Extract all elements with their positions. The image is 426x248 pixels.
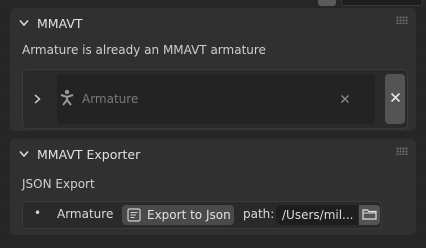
export-icon [127,208,141,222]
clear-x-icon[interactable] [339,93,351,105]
path-field[interactable]: /Users/mil... [276,205,358,225]
remove-button[interactable] [385,74,405,124]
path-label: path: [243,207,275,221]
chevron-right-icon[interactable] [32,93,42,105]
chevron-down-icon [18,148,30,160]
armature-name: Armature [57,207,114,221]
exporter-panel-title: MMAVT Exporter [37,146,141,162]
drag-grip-icon[interactable] [396,147,408,155]
export-button-label: Export to Json [147,208,231,222]
path-value: /Users/mil... [282,208,354,222]
drag-grip-icon[interactable] [396,16,408,24]
mmavt-panel-header[interactable]: MMAVT [10,8,416,38]
header-toggle-button[interactable] [318,0,336,6]
export-to-json-button[interactable]: Export to Json [122,205,234,225]
list-bullet: • [34,206,42,220]
json-export-label: JSON Export [22,177,95,191]
chevron-down-icon [18,17,30,29]
mmavt-panel-title: MMAVT [37,15,83,31]
status-message: Armature is already an MMAVT armature [22,43,266,57]
armature-icon [59,89,75,107]
folder-icon [362,208,377,223]
close-icon [390,92,401,106]
header-field[interactable] [341,0,423,6]
browse-folder-button[interactable] [359,205,380,225]
exporter-panel-header[interactable]: MMAVT Exporter [10,139,416,169]
armature-placeholder: Armature [82,92,139,106]
